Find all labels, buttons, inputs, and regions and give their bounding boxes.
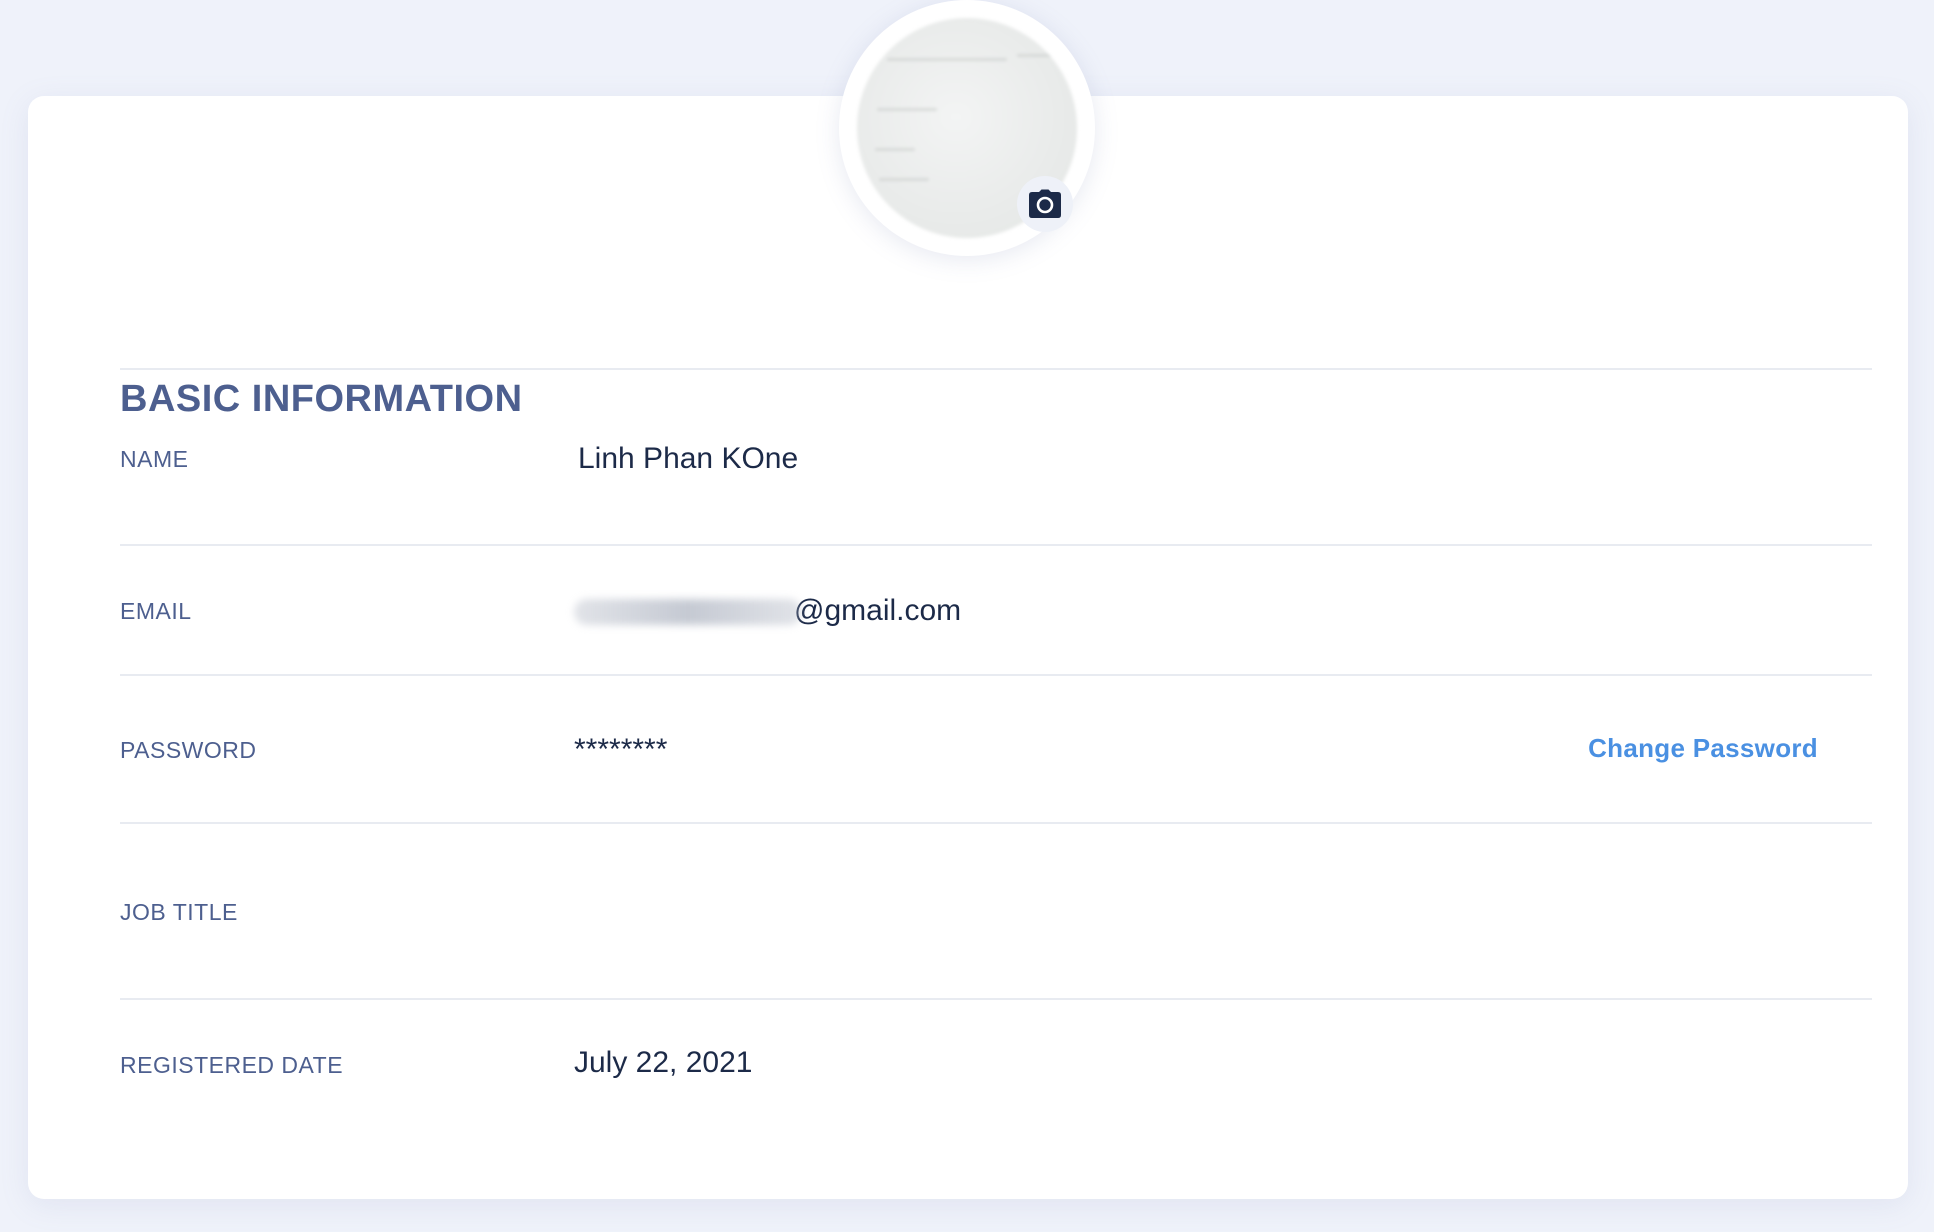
divider — [120, 998, 1872, 1000]
change-password-link[interactable]: Change Password — [1588, 733, 1818, 764]
basic-information-card: BASIC INFORMATION NAME Linh Phan KOne EM… — [28, 96, 1908, 1199]
name-value: Linh Phan KOne — [578, 442, 799, 475]
name-label: NAME — [120, 446, 189, 472]
job-title-label: JOB TITLE — [120, 899, 238, 925]
divider — [120, 674, 1872, 676]
divider — [120, 368, 1872, 370]
section-title: BASIC INFORMATION — [120, 378, 523, 420]
divider — [120, 822, 1872, 824]
camera-icon — [1029, 189, 1061, 218]
password-label: PASSWORD — [120, 737, 257, 763]
email-redacted — [574, 599, 802, 626]
email-value: @gmail.com — [574, 594, 961, 628]
registered-date-label: REGISTERED DATE — [120, 1052, 344, 1078]
registered-date-value: July 22, 2021 — [574, 1046, 753, 1079]
profile-page: BASIC INFORMATION NAME Linh Phan KOne EM… — [0, 0, 1934, 1232]
avatar[interactable] — [839, 0, 1095, 256]
change-avatar-button[interactable] — [1017, 176, 1073, 232]
divider — [120, 544, 1872, 546]
password-value: ******** — [574, 733, 668, 766]
email-label: EMAIL — [120, 598, 192, 624]
email-domain: @gmail.com — [794, 594, 962, 627]
